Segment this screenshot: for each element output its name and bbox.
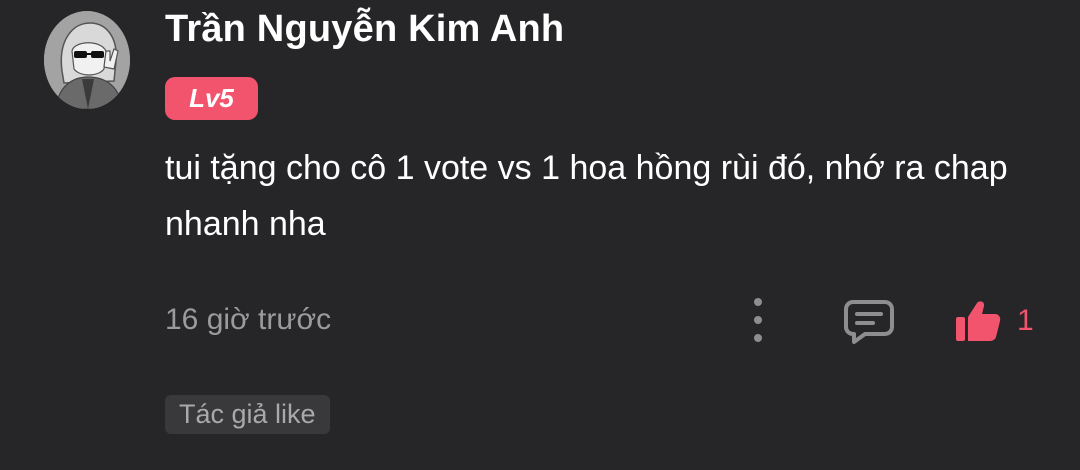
reply-button[interactable]: [843, 297, 895, 345]
like-button[interactable]: 1: [955, 298, 1034, 344]
level-badge: Lv5: [165, 77, 258, 120]
comment-text: tui tặng cho cô 1 vote vs 1 hoa hồng rùi…: [165, 149, 1008, 243]
comment-icon: [844, 300, 894, 344]
avatar[interactable]: [44, 11, 130, 109]
like-count: 1: [1017, 304, 1034, 337]
comment-timestamp: 16 giờ trước: [165, 303, 332, 336]
more-options-button[interactable]: [742, 298, 774, 342]
thumbs-up-icon: [956, 301, 1001, 341]
author-name[interactable]: Trần Nguyễn Kim Anh: [165, 8, 564, 51]
more-vertical-icon: [754, 298, 762, 306]
comment-item: Trần Nguyễn Kim Anh Lv5 tui tặng cho cô …: [0, 0, 1080, 470]
author-liked-tag: Tác giả like: [165, 395, 330, 434]
avatar-illustration: [44, 11, 130, 109]
